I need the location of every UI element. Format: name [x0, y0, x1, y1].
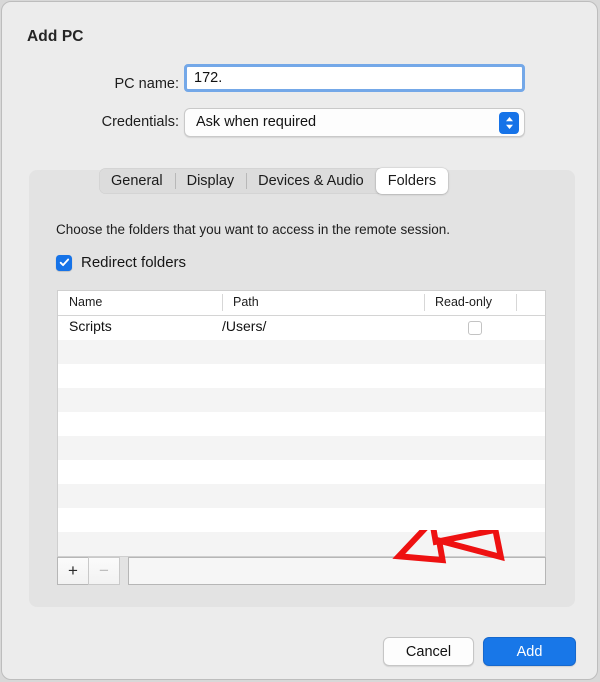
- add-button[interactable]: Add: [483, 637, 576, 666]
- tab-devices-audio[interactable]: Devices & Audio: [246, 168, 376, 194]
- redirect-folders-row[interactable]: Redirect folders: [56, 254, 186, 271]
- tab-display[interactable]: Display: [174, 168, 247, 194]
- table-row-empty[interactable]: [58, 412, 545, 436]
- settings-tab-bar: General Display Devices & Audio Folders: [99, 168, 449, 194]
- column-header-path[interactable]: Path: [233, 295, 259, 309]
- folders-description: Choose the folders that you want to acce…: [56, 222, 450, 237]
- column-header-read-only[interactable]: Read-only: [435, 295, 492, 309]
- folders-toolbar-field[interactable]: [128, 557, 546, 585]
- pc-name-input[interactable]: [187, 67, 522, 89]
- remove-folder-button: −: [88, 557, 120, 585]
- table-row-empty[interactable]: [58, 340, 545, 364]
- column-divider[interactable]: [222, 294, 223, 311]
- table-row-empty[interactable]: [58, 508, 545, 532]
- credentials-select[interactable]: Ask when required: [184, 108, 525, 137]
- table-row-empty[interactable]: [58, 364, 545, 388]
- page-title: Add PC: [27, 28, 84, 45]
- folders-table: Name Path Read-only Scripts/Users/: [57, 290, 546, 557]
- column-divider[interactable]: [424, 294, 425, 311]
- tab-folders[interactable]: Folders: [375, 168, 449, 194]
- table-body: Scripts/Users/: [58, 316, 545, 556]
- column-header-name[interactable]: Name: [69, 295, 102, 309]
- checkmark-icon: [59, 258, 69, 267]
- add-folder-button[interactable]: +: [57, 557, 89, 585]
- credentials-label: Credentials:: [101, 114, 179, 130]
- table-row-empty[interactable]: [58, 532, 545, 556]
- table-row-empty[interactable]: [58, 388, 545, 412]
- tab-general[interactable]: General: [99, 168, 175, 194]
- redirect-folders-label: Redirect folders: [81, 254, 187, 271]
- cell-folder-name: Scripts: [69, 318, 112, 334]
- credentials-selected-value: Ask when required: [196, 114, 317, 130]
- cancel-button[interactable]: Cancel: [383, 637, 474, 666]
- table-row[interactable]: Scripts/Users/: [58, 316, 545, 340]
- table-row-empty[interactable]: [58, 484, 545, 508]
- add-pc-dialog: Add PC PC name: Credentials: Ask when re…: [1, 1, 598, 680]
- table-row-empty[interactable]: [58, 460, 545, 484]
- redirect-folders-checkbox[interactable]: [56, 254, 72, 271]
- folders-table-toolbar: + −: [57, 557, 546, 585]
- up-down-chevrons-icon: [499, 112, 519, 134]
- column-divider[interactable]: [516, 294, 517, 311]
- table-row-empty[interactable]: [58, 436, 545, 460]
- table-header-row: Name Path Read-only: [58, 291, 545, 316]
- pc-name-label: PC name:: [114, 76, 179, 92]
- cell-read-only-checkbox[interactable]: [468, 321, 482, 335]
- pc-name-field-wrapper: [184, 64, 525, 92]
- cell-folder-path: /Users/: [222, 318, 267, 334]
